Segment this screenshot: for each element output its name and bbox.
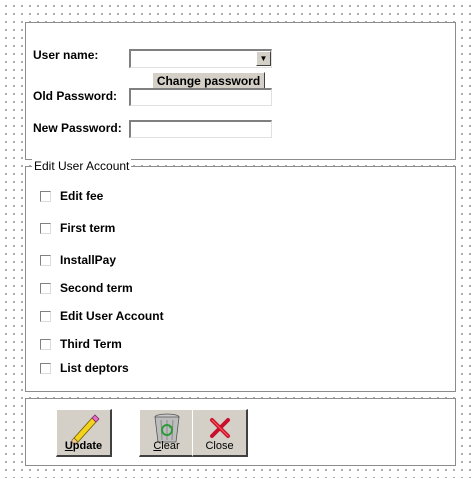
old-password-field[interactable] [129, 88, 272, 106]
checkbox-box[interactable] [40, 310, 51, 322]
username-dropdown[interactable]: ▼ [129, 49, 272, 68]
checkbox-label: List deptors [60, 361, 129, 375]
checkbox-label: Third Term [60, 337, 122, 351]
checkbox-label: Edit fee [60, 189, 104, 203]
old-password-label: Old Password: [33, 89, 118, 103]
checkbox-edit-fee[interactable]: Edit fee [40, 188, 103, 204]
checkbox-box[interactable] [40, 362, 51, 374]
checkbox-edit-user-account[interactable]: Edit User Account [40, 308, 164, 324]
login-panel: User name: ▼ Change password Old Passwor… [25, 22, 456, 160]
clear-button[interactable]: Clear [139, 409, 195, 457]
username-label: User name: [33, 48, 99, 62]
checkbox-list-deptors[interactable]: List deptors [40, 360, 129, 376]
update-button[interactable]: Update [56, 409, 112, 457]
close-label: Close [205, 440, 234, 452]
checkbox-label: Second term [60, 281, 133, 295]
checkbox-box[interactable] [40, 222, 51, 234]
new-password-field[interactable] [129, 120, 272, 138]
update-label: Update [64, 440, 103, 452]
chevron-down-icon[interactable]: ▼ [256, 51, 271, 66]
new-password-label: New Password: [33, 121, 122, 135]
change-password-button[interactable]: Change password [152, 72, 265, 89]
checkbox-label: First term [60, 221, 116, 235]
checkbox-box[interactable] [40, 282, 51, 294]
clear-label: Clear [153, 440, 180, 452]
checkbox-installpay[interactable]: InstallPay [40, 252, 116, 268]
close-button[interactable]: Close [192, 409, 248, 457]
checkbox-second-term[interactable]: Second term [40, 280, 133, 296]
checkbox-box[interactable] [40, 254, 51, 266]
checkbox-label: Edit User Account [60, 309, 164, 323]
checkbox-box[interactable] [40, 338, 51, 350]
checkbox-label: InstallPay [60, 253, 117, 267]
action-panel: Update Clear Close [25, 398, 456, 466]
checkbox-third-term[interactable]: Third Term [40, 336, 122, 352]
checkbox-first-term[interactable]: First term [40, 220, 115, 236]
edit-user-account-group: Edit User Account Edit fee First term In… [25, 159, 456, 392]
checkbox-box[interactable] [40, 190, 51, 202]
group-title: Edit User Account [32, 159, 132, 173]
